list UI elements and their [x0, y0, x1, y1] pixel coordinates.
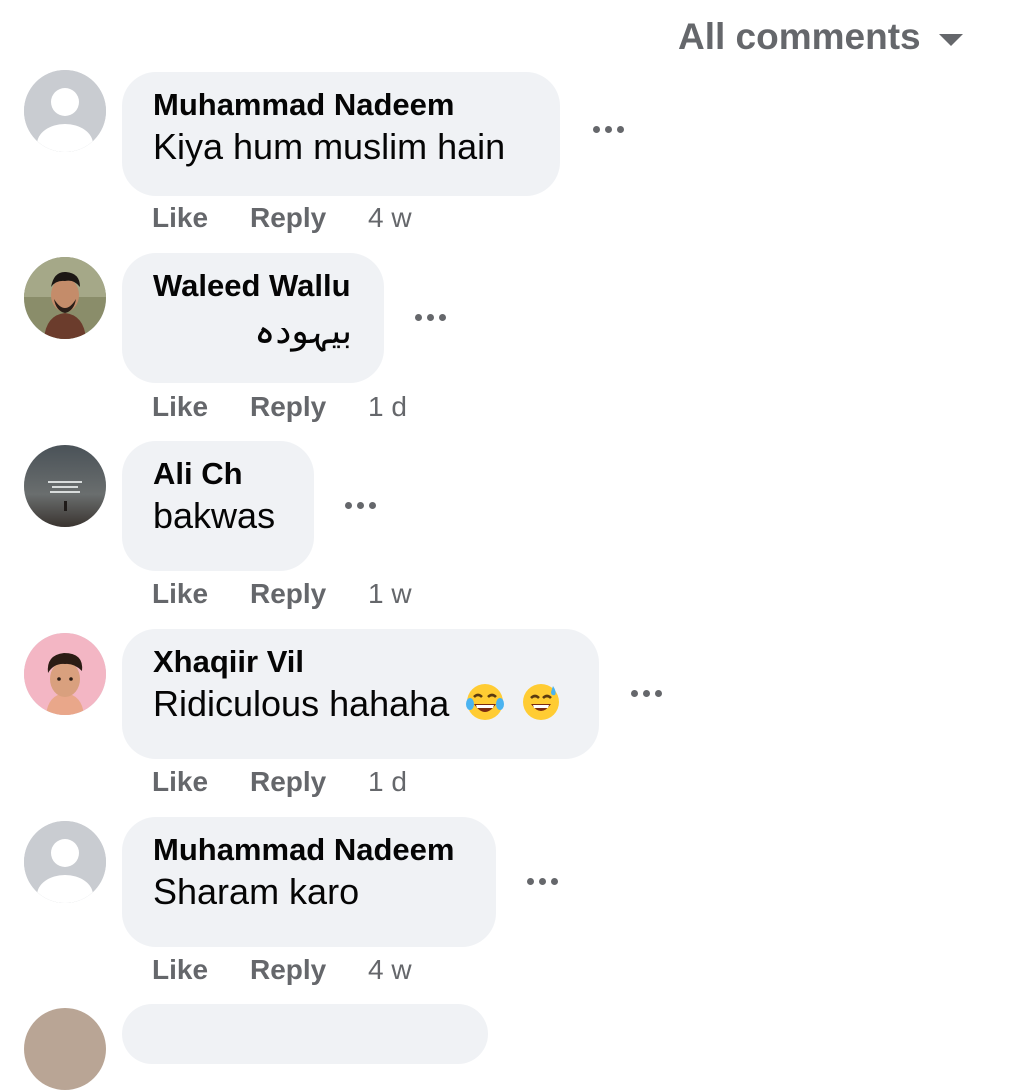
- like-button[interactable]: Like: [152, 578, 250, 610]
- comment-author[interactable]: Waleed Wallu: [153, 267, 352, 305]
- comment-timestamp[interactable]: 1 w: [368, 578, 412, 610]
- comment-author[interactable]: Muhammad Nadeem: [153, 86, 528, 124]
- comment-bubble: Muhammad Nadeem Kiya hum muslim hain: [122, 72, 560, 196]
- comment-text-row: Ridiculous hahaha: [153, 681, 567, 727]
- avatar[interactable]: [24, 633, 106, 715]
- comment-filter-dropdown[interactable]: All comments: [678, 16, 963, 58]
- profile-photo: [24, 633, 106, 715]
- comment-text: Ridiculous hahaha: [153, 683, 450, 724]
- more-options-icon[interactable]: [593, 126, 624, 133]
- comment-timestamp[interactable]: 4 w: [368, 954, 412, 986]
- more-options-icon[interactable]: [415, 314, 446, 321]
- like-button[interactable]: Like: [152, 202, 250, 234]
- comment-bubble: [122, 1004, 488, 1064]
- profile-photo: [24, 257, 106, 339]
- caret-down-icon: [938, 34, 963, 46]
- avatar[interactable]: [24, 821, 106, 903]
- reply-button[interactable]: Reply: [250, 202, 368, 234]
- profile-photo: [24, 445, 106, 527]
- comment-actions: Like Reply 1 w: [152, 578, 412, 610]
- more-options-icon[interactable]: [527, 878, 558, 885]
- comment-timestamp[interactable]: 4 w: [368, 202, 412, 234]
- comment-actions: Like Reply 1 d: [152, 391, 407, 423]
- more-options-icon[interactable]: [345, 502, 376, 509]
- comment-timestamp[interactable]: 1 d: [368, 391, 407, 423]
- comment-bubble: Ali Ch bakwas: [122, 441, 314, 571]
- comment-actions: Like Reply 4 w: [152, 202, 412, 234]
- like-button[interactable]: Like: [152, 391, 250, 423]
- avatar[interactable]: [24, 445, 106, 527]
- reply-button[interactable]: Reply: [250, 954, 368, 986]
- comment-actions: Like Reply 4 w: [152, 954, 412, 986]
- comment-text: bakwas: [153, 495, 276, 536]
- comment-author[interactable]: Muhammad Nadeem: [153, 831, 464, 869]
- like-button[interactable]: Like: [152, 766, 250, 798]
- comment-author[interactable]: Xhaqiir Vil: [153, 643, 567, 681]
- comment-timestamp[interactable]: 1 d: [368, 766, 407, 798]
- comment-filter-label: All comments: [678, 16, 921, 57]
- comment-text: Kiya hum muslim hain: [153, 126, 506, 167]
- comment-bubble: Xhaqiir Vil Ridiculous hahaha: [122, 629, 599, 759]
- avatar[interactable]: [24, 257, 106, 339]
- reply-button[interactable]: Reply: [250, 391, 368, 423]
- avatar[interactable]: [24, 1008, 106, 1090]
- comment-text: Sharam karo: [153, 871, 360, 912]
- like-button[interactable]: Like: [152, 954, 250, 986]
- laughing-tears-emoji: [466, 684, 505, 720]
- sweat-smile-emoji: [523, 684, 560, 720]
- more-options-icon[interactable]: [631, 690, 662, 697]
- comment-bubble: Waleed Wallu بیہودہ: [122, 253, 384, 383]
- default-avatar-icon: [24, 70, 106, 152]
- reply-button[interactable]: Reply: [250, 578, 368, 610]
- comment-actions: Like Reply 1 d: [152, 766, 407, 798]
- comment-bubble: Muhammad Nadeem Sharam karo: [122, 817, 496, 947]
- comment-text: بیہودہ: [254, 311, 352, 352]
- default-avatar-icon: [24, 821, 106, 903]
- avatar[interactable]: [24, 70, 106, 152]
- reply-button[interactable]: Reply: [250, 766, 368, 798]
- comment-author[interactable]: Ali Ch: [153, 455, 282, 493]
